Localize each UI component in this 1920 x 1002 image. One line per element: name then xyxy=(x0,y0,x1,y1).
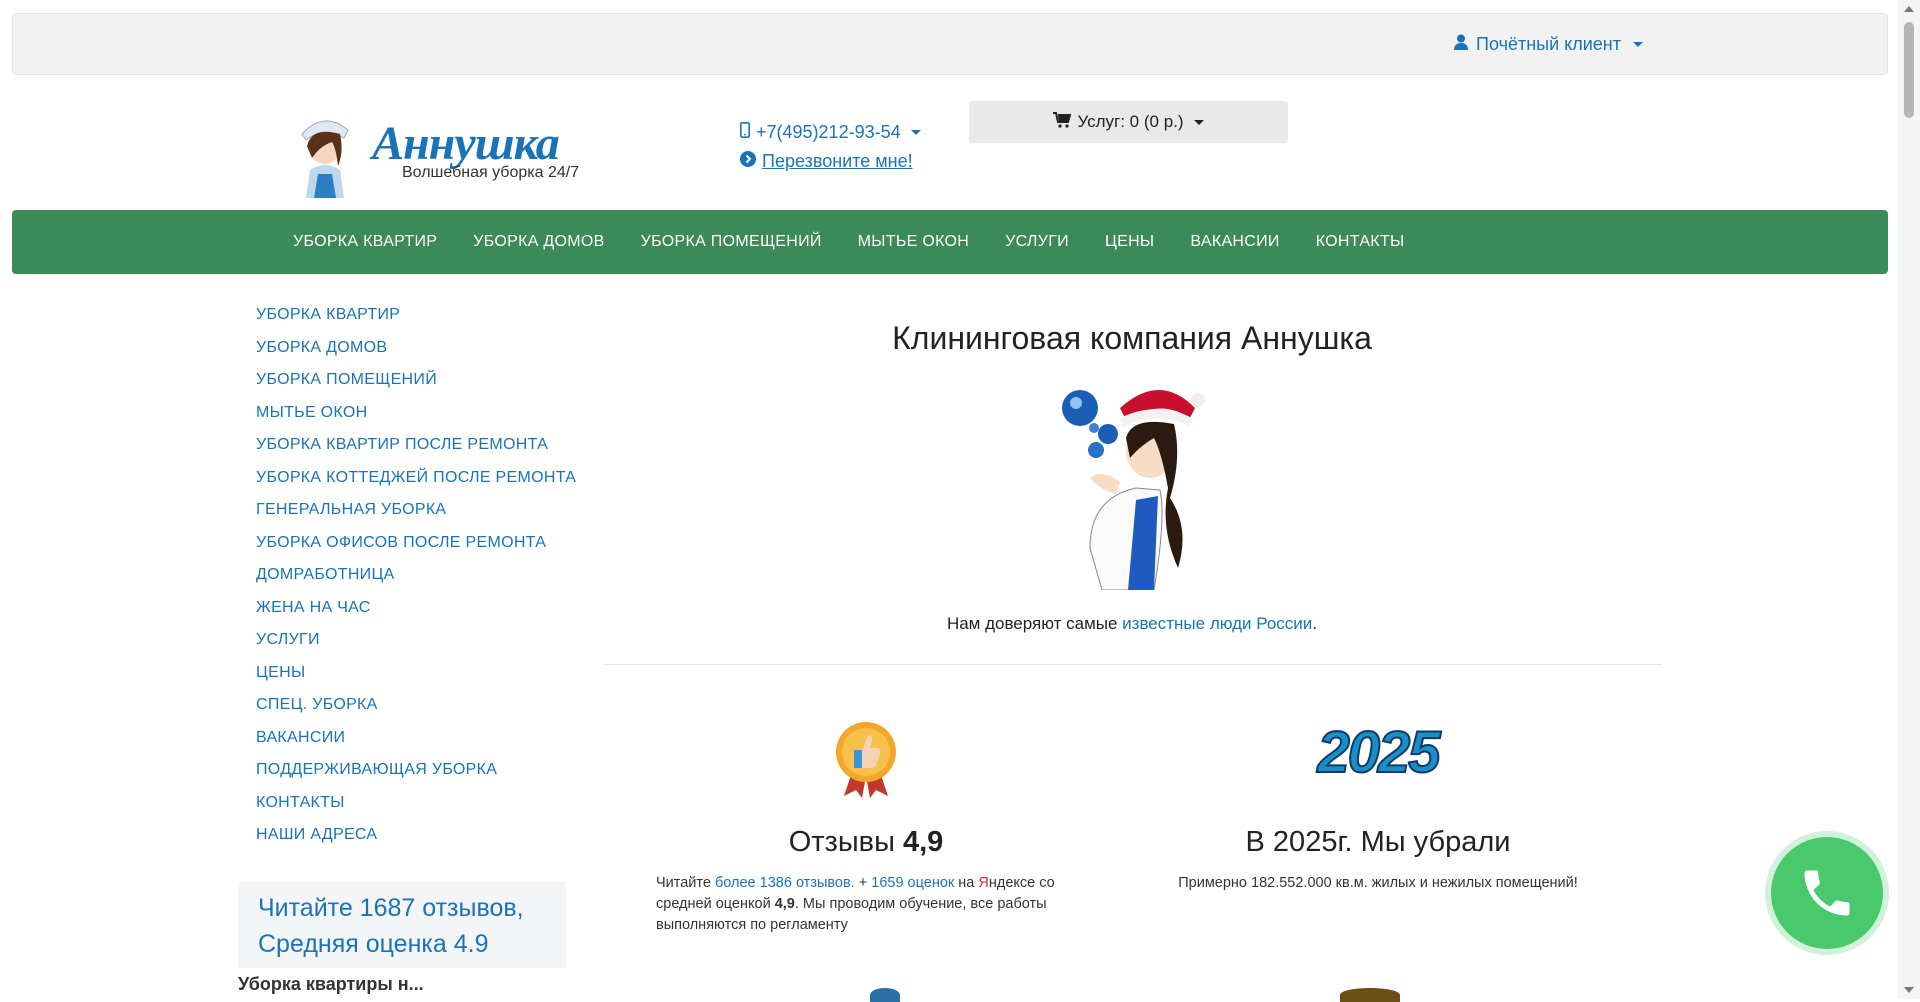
sidebar-item[interactable]: УБОРКА КОТТЕДЖЕЙ ПОСЛЕ РЕМОНТА xyxy=(256,465,576,498)
caret-down-icon xyxy=(910,130,921,135)
cart-button[interactable]: Услуг: 0 (0 р.) xyxy=(969,101,1288,143)
account-dropdown[interactable]: Почётный клиент xyxy=(1454,34,1643,55)
scrollbar-thumb[interactable] xyxy=(1904,22,1914,118)
year-stats-card: 2025 В 2025г. Мы убрали Примерно 182.552… xyxy=(1138,719,1618,894)
famous-people-link[interactable]: известные люди России xyxy=(1122,614,1312,633)
trust-statement: Нам доверяют самые известные люди России… xyxy=(604,614,1660,634)
nav-item-contacts[interactable]: КОНТАКТЫ xyxy=(1298,233,1423,251)
sidebar-item[interactable]: ДОМРАБОТНИЦА xyxy=(256,562,576,595)
reviews-summary-line1: Читайте 1687 отзывов, xyxy=(258,894,524,922)
rating-value: 4,9 xyxy=(774,896,795,912)
caret-down-icon xyxy=(1633,42,1643,47)
phone-number: +7(495)212-93-54 xyxy=(756,122,901,142)
phone-handset-icon xyxy=(1804,870,1850,916)
section-divider xyxy=(604,664,1662,665)
sidebar-item[interactable]: СПЕЦ. УБОРКА xyxy=(256,692,576,725)
reviews-title-rating: 4,9 xyxy=(902,826,944,858)
year-stats-title: В 2025г. Мы убрали xyxy=(1245,826,1511,858)
logo-subtitle: Волшебная уборка 24/7 xyxy=(402,164,580,181)
thumbs-up-badge-icon xyxy=(836,722,896,798)
caret-down-icon xyxy=(1193,119,1204,125)
nav-item-premises-cleaning[interactable]: УБОРКА ПОМЕЩЕНИЙ xyxy=(623,233,840,251)
reviews-summary-line2: Средняя оценка 4.9 xyxy=(258,930,489,958)
reviews-title-prefix: Отзывы xyxy=(788,826,903,858)
cart-label: Услуг: 0 (0 р.) xyxy=(1077,112,1184,131)
nav-item-apartment-cleaning[interactable]: УБОРКА КВАРТИР xyxy=(275,233,455,251)
partial-icon xyxy=(1340,988,1400,1002)
nav-item-services[interactable]: УСЛУГИ xyxy=(987,233,1087,251)
chevron-circle-right-icon xyxy=(740,151,756,172)
reviews-summary-box[interactable]: Читайте 1687 отзывов, Средняя оценка 4.9 xyxy=(238,882,566,968)
trust-prefix: Нам доверяют самые xyxy=(946,614,1123,633)
sidebar-item[interactable]: КОНТАКТЫ xyxy=(256,790,576,823)
cart-icon xyxy=(1053,111,1072,133)
account-label: Почётный клиент xyxy=(1476,34,1621,54)
sidebar-item[interactable]: МЫТЬЕ ОКОН xyxy=(256,400,576,433)
nav-item-window-washing[interactable]: МЫТЬЕ ОКОН xyxy=(840,233,987,251)
logo-title: Аннушка xyxy=(372,117,560,170)
sidebar-subheading: Уборка квартиры н... xyxy=(238,974,424,994)
nav-item-prices[interactable]: ЦЕНЫ xyxy=(1087,233,1172,251)
sidebar-item[interactable]: ПОДДЕРЖИВАЮЩАЯ УБОРКА xyxy=(256,757,576,790)
nav-item-house-cleaning[interactable]: УБОРКА ДОМОВ xyxy=(455,233,622,251)
reviews-card-title: Отзывы 4,9 xyxy=(656,826,1076,859)
page-title: Клининговая компания Аннушка xyxy=(892,320,1372,356)
top-bar: Почётный клиент xyxy=(12,13,1888,75)
floating-call-button[interactable] xyxy=(1771,837,1883,949)
user-icon xyxy=(1454,34,1469,55)
sidebar-item[interactable]: УСЛУГИ xyxy=(256,627,576,660)
sidebar-item[interactable]: УБОРКА КВАРТИР ПОСЛЕ РЕМОНТА xyxy=(256,432,576,465)
nav-item-vacancies[interactable]: ВАКАНСИИ xyxy=(1172,233,1297,251)
phone-dropdown[interactable]: +7(495)212-93-54 xyxy=(740,122,921,143)
sidebar-item[interactable]: УБОРКА ПОМЕЩЕНИЙ xyxy=(256,367,576,400)
sidebar-item[interactable]: НАШИ АДРЕСА xyxy=(256,822,576,855)
sidebar-item[interactable]: ГЕНЕРАЛЬНАЯ УБОРКА xyxy=(256,497,576,530)
sidebar-item[interactable]: УБОРКА КВАРТИР xyxy=(256,302,576,335)
text-fragment: Читайте xyxy=(656,875,715,891)
contact-block: +7(495)212-93-54 Перезвоните мне! xyxy=(740,122,921,172)
yandex-letter: Я xyxy=(978,875,989,891)
main-navigation: УБОРКА КВАРТИР УБОРКА ДОМОВ УБОРКА ПОМЕЩ… xyxy=(12,210,1888,274)
trust-suffix: . xyxy=(1312,614,1318,633)
sidebar-item[interactable]: ЦЕНЫ xyxy=(256,660,576,693)
reviews-card-text: Читайте более 1386 отзывов. + 1659 оцено… xyxy=(656,873,1076,936)
maid-santa-illustration xyxy=(1062,390,1205,590)
sidebar-item[interactable]: ВАКАНСИИ xyxy=(256,725,576,758)
page-scrollbar[interactable] xyxy=(1898,0,1920,999)
text-fragment: на xyxy=(954,875,979,891)
sidebar-item[interactable]: УБОРКА ДОМОВ xyxy=(256,335,576,368)
mobile-icon xyxy=(740,122,750,143)
year-2025-badge: 2025 xyxy=(1316,719,1441,786)
reviews-card: Отзывы 4,9 Читайте более 1386 отзывов. +… xyxy=(656,720,1076,936)
ratings-count-link[interactable]: 1659 оценок xyxy=(871,875,954,891)
sidebar-item[interactable]: УБОРКА ОФИСОВ ПОСЛЕ РЕМОНТА xyxy=(256,530,576,563)
site-logo[interactable]: Аннушка Волшебная уборка 24/7 xyxy=(292,112,582,198)
scroll-down-arrow-icon[interactable] xyxy=(1904,987,1914,993)
year-stats-text: Примерно 182.552.000 кв.м. жилых и нежил… xyxy=(1178,875,1578,891)
maid-mascot-icon xyxy=(301,120,349,198)
partial-icon xyxy=(870,988,900,1002)
reviews-count-link[interactable]: более 1386 отзывов. xyxy=(715,875,855,891)
text-fragment: + xyxy=(854,875,872,891)
callback-link[interactable]: Перезвоните мне! xyxy=(762,151,913,172)
sidebar-menu: УБОРКА КВАРТИР УБОРКА ДОМОВ УБОРКА ПОМЕЩ… xyxy=(256,302,576,855)
scroll-up-arrow-icon[interactable] xyxy=(1904,6,1914,12)
callback-row: Перезвоните мне! xyxy=(740,151,921,172)
sidebar-item[interactable]: ЖЕНА НА ЧАС xyxy=(256,595,576,628)
